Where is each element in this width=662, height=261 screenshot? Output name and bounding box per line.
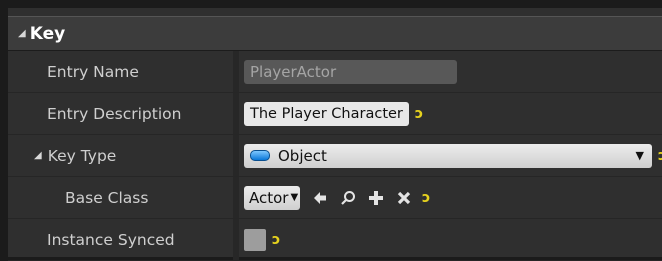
property-row-instance-synced: Instance Synced ↄ [8,219,662,261]
plus-icon[interactable] [368,190,384,206]
column-splitter[interactable] [233,135,239,176]
property-row-entry-description: Entry Description The Player Character ↄ [8,93,662,135]
column-splitter[interactable] [233,93,239,134]
property-label: Instance Synced [8,219,233,260]
object-type-pill-icon [250,150,270,161]
expand-triangle-icon[interactable]: ◢ [34,150,42,161]
reset-to-default-icon[interactable]: ↄ [415,106,423,122]
arrow-left-icon[interactable] [312,190,328,206]
property-label: Key Type [48,147,117,165]
chevron-down-icon: ▼ [290,192,298,203]
property-label: Base Class [8,177,233,218]
instance-synced-checkbox[interactable] [244,229,266,251]
entry-description-input[interactable]: The Player Character [244,102,409,126]
base-class-dropdown[interactable]: Actor ▼ [244,186,300,210]
base-class-value: Actor [249,189,288,207]
chevron-down-icon: ▼ [636,149,644,162]
reset-to-default-icon[interactable]: ↄ [658,148,662,164]
x-icon[interactable] [396,190,412,206]
entry-name-field: PlayerActor [244,60,457,84]
property-row-entry-name: Entry Name PlayerActor [8,51,662,93]
property-row-key-type: ◢ Key Type Object ▼ ↄ [8,135,662,177]
property-label: Entry Name [8,51,233,92]
column-splitter[interactable] [233,51,239,92]
property-label-container: ◢ Key Type [8,135,233,176]
category-header-key[interactable]: ◢ Key [8,16,662,51]
details-panel: ◢ Key Entry Name PlayerActor Entry Descr… [8,8,662,257]
column-splitter[interactable] [233,219,239,260]
reset-to-default-icon[interactable]: ↄ [272,232,280,248]
category-title: Key [30,24,66,44]
column-splitter[interactable] [233,177,239,218]
property-rows: Entry Name PlayerActor Entry Description… [8,51,662,261]
property-label: Entry Description [8,93,233,134]
property-row-base-class: Base Class Actor ▼ ↄ [8,177,662,219]
expand-triangle-icon[interactable]: ◢ [18,28,26,39]
key-type-value: Object [278,147,327,165]
reset-to-default-icon[interactable]: ↄ [422,190,430,206]
search-icon[interactable] [340,190,356,206]
key-type-dropdown[interactable]: Object ▼ [244,144,652,168]
